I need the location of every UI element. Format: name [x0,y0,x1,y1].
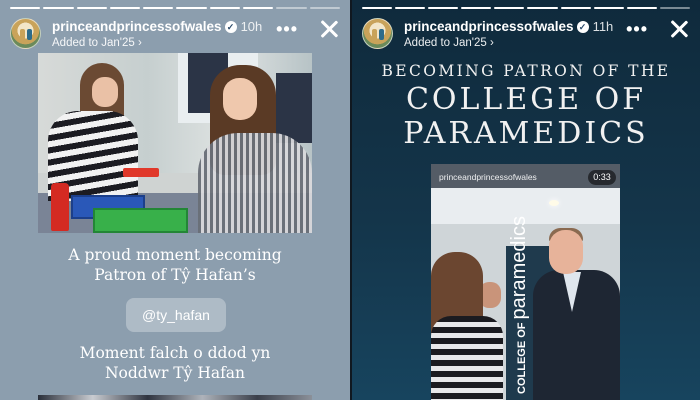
video-duration-badge: 0:33 [588,170,616,185]
story-progress-bar [362,7,690,9]
bottom-photo-strip [38,395,312,400]
embedded-video[interactable]: COLLEGE OF paramedics princeandprincesso… [431,164,620,400]
story-title-line2: COLLEGE OF [405,82,647,117]
verified-badge-icon: ✓ [576,21,589,33]
close-icon[interactable] [318,18,340,40]
username[interactable]: princeandprincessofwales ✓ 11h [404,19,613,34]
verified-badge-icon: ✓ [224,21,237,33]
story-time: 10h [240,19,263,34]
caption-english: A proud moment becoming Patron of Tŷ Haf… [68,246,282,284]
mention-sticker[interactable]: @ty_hafan [126,298,226,332]
caption-welsh: Moment falch o ddod yn Noddwr Tŷ Hafan [79,344,271,382]
story-photo [38,53,312,233]
story-panel-left[interactable]: princeandprincessofwales ✓ 10h Added to Ja… [0,0,350,400]
story-progress-bar [10,7,340,9]
more-horizontal-icon[interactable]: ••• [626,20,648,38]
username-text: princeandprincessofwales [404,19,574,34]
story-title-line1: BECOMING PATRON OF THE [381,62,671,80]
story-panel-right[interactable]: princeandprincessofwales ✓ 11h Added to Ja… [352,0,700,400]
username-text: princeandprincessofwales [52,19,222,34]
added-to-highlight-link[interactable]: Added to Jan'25 › [52,37,142,49]
ceiling-light [549,200,559,206]
banner-big-text: paramedics [508,216,530,320]
username[interactable]: princeandprincessofwales ✓ 10h [52,19,262,34]
more-horizontal-icon[interactable]: ••• [276,20,298,38]
story-title-line3: PARAMEDICS [403,116,649,151]
banner-text: COLLEGE OF paramedics [508,216,531,394]
story-time: 11h [592,19,614,34]
avatar[interactable] [10,18,41,49]
avatar[interactable] [362,18,393,49]
banner-small-text: COLLEGE OF [516,322,528,395]
story-header: princeandprincessofwales ✓ 11h Added to Ja… [362,18,690,52]
close-icon[interactable] [668,18,690,40]
added-to-highlight-link[interactable]: Added to Jan'25 › [404,37,494,49]
video-handle: princeandprincessofwales [439,172,537,182]
story-header: princeandprincessofwales ✓ 10h Added to Ja… [10,18,340,52]
